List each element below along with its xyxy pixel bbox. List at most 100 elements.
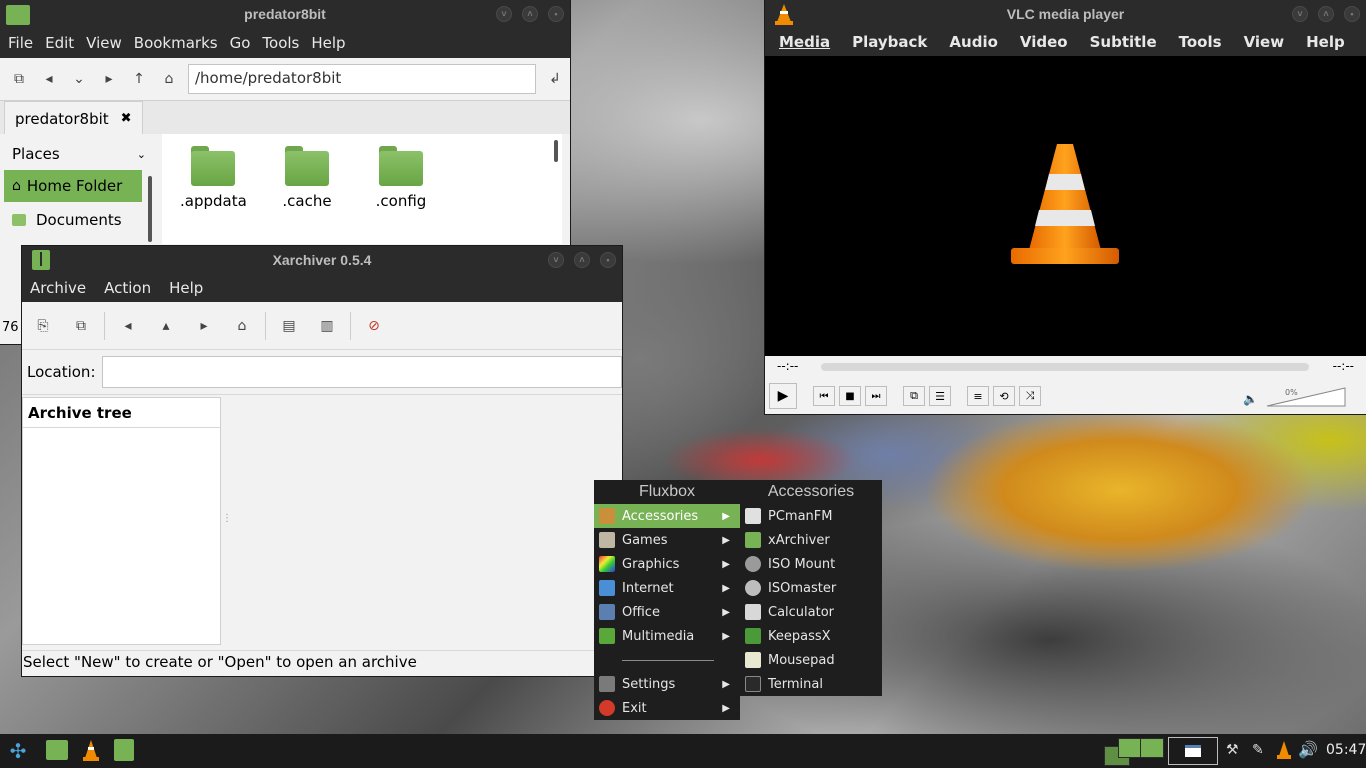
- menu-help[interactable]: Help: [1300, 33, 1351, 51]
- location-input[interactable]: [101, 356, 622, 388]
- tray-vlc-icon[interactable]: [1276, 740, 1292, 764]
- forward-icon[interactable]: ▸: [94, 64, 124, 94]
- taskbar-vlc-icon[interactable]: [80, 738, 102, 762]
- close-button[interactable]: •: [548, 6, 564, 22]
- taskbar-filemanager-icon[interactable]: [46, 740, 68, 760]
- taskbar-xarchiver-icon[interactable]: [114, 739, 134, 761]
- folder-item[interactable]: .config: [368, 146, 434, 210]
- file-manager-titlebar[interactable]: predator8bit ˅ ˄ •: [0, 0, 570, 28]
- menu-item-terminal[interactable]: Terminal: [740, 672, 882, 696]
- xarchiver-titlebar[interactable]: Xarchiver 0.5.4 ˅ ˄ •: [22, 246, 622, 274]
- menu-item-exit[interactable]: Exit ▶: [594, 696, 740, 720]
- network-icon[interactable]: ⚒: [1226, 742, 1239, 758]
- folder-item[interactable]: .appdata: [180, 146, 247, 210]
- back-icon[interactable]: ◂: [34, 64, 64, 94]
- menu-bookmarks[interactable]: Bookmarks: [128, 34, 224, 52]
- menu-item-accessories[interactable]: Accessories ▶: [594, 504, 740, 528]
- close-button[interactable]: •: [1344, 6, 1360, 22]
- next-button[interactable]: ⏭: [865, 386, 887, 406]
- play-button[interactable]: ▶: [769, 383, 797, 409]
- minimize-button[interactable]: ˅: [496, 6, 512, 22]
- seek-bar[interactable]: [821, 363, 1309, 371]
- menu-edit[interactable]: Edit: [39, 34, 80, 52]
- menu-video[interactable]: Video: [1014, 33, 1074, 51]
- tab-predator8bit[interactable]: predator8bit ✖: [4, 101, 143, 135]
- minimize-button[interactable]: ˅: [548, 252, 564, 268]
- volume-icon[interactable]: 🔊: [1298, 740, 1318, 759]
- playlist-button[interactable]: ≡: [967, 386, 989, 406]
- vlc-titlebar[interactable]: VLC media player ˅ ˄ •: [765, 0, 1366, 28]
- pane-splitter[interactable]: ⋮: [222, 513, 232, 524]
- menu-subtitle[interactable]: Subtitle: [1084, 33, 1163, 51]
- up-icon[interactable]: ▴: [151, 311, 181, 341]
- menu-item-iso-mount[interactable]: ISO Mount: [740, 552, 882, 576]
- places-header[interactable]: Places ⌄: [4, 138, 154, 170]
- menu-media[interactable]: Media: [773, 33, 836, 51]
- menu-tools[interactable]: Tools: [1173, 33, 1228, 51]
- menu-item-pcmanfm[interactable]: PCmanFM: [740, 504, 882, 528]
- menu-go[interactable]: Go: [224, 34, 257, 52]
- menu-item-keepassx[interactable]: KeepassX: [740, 624, 882, 648]
- menu-tools[interactable]: Tools: [256, 34, 305, 52]
- place-home-folder[interactable]: ⌂ Home Folder: [4, 170, 142, 202]
- menu-item-graphics[interactable]: Graphics ▶: [594, 552, 740, 576]
- loop-button[interactable]: ⟲: [993, 386, 1015, 406]
- file-view-scrollbar[interactable]: [554, 140, 558, 162]
- stop-button[interactable]: ■: [839, 386, 861, 406]
- maximize-button[interactable]: ˄: [574, 252, 590, 268]
- open-archive-icon[interactable]: ⧉: [66, 311, 96, 341]
- previous-button[interactable]: ⏮: [813, 386, 835, 406]
- menu-help[interactable]: Help: [305, 34, 351, 52]
- menu-playback[interactable]: Playback: [846, 33, 933, 51]
- menu-item-xarchiver[interactable]: xArchiver: [740, 528, 882, 552]
- start-menu-icon[interactable]: ✣: [4, 738, 32, 764]
- close-tab-icon[interactable]: ✖: [121, 111, 132, 126]
- menu-file[interactable]: File: [2, 34, 39, 52]
- go-icon[interactable]: ↲: [540, 64, 570, 94]
- up-icon[interactable]: ↑: [124, 64, 154, 94]
- new-archive-icon[interactable]: ⎘: [28, 311, 58, 341]
- menu-audio[interactable]: Audio: [943, 33, 1003, 51]
- volume-slider[interactable]: [1265, 386, 1347, 408]
- forward-icon[interactable]: ▸: [189, 311, 219, 341]
- menu-view[interactable]: View: [1238, 33, 1291, 51]
- folder-item[interactable]: .cache: [274, 146, 340, 210]
- pen-icon[interactable]: ✎: [1252, 742, 1264, 758]
- workspace-3[interactable]: [1140, 738, 1164, 758]
- video-area[interactable]: [765, 56, 1366, 356]
- menu-item-calculator[interactable]: Calculator: [740, 600, 882, 624]
- shuffle-button[interactable]: ⤨: [1019, 386, 1041, 406]
- minimize-button[interactable]: ˅: [1292, 6, 1308, 22]
- menu-item-isomaster[interactable]: ISOmaster: [740, 576, 882, 600]
- archive-tree-pane[interactable]: Archive tree: [22, 397, 221, 645]
- home-icon[interactable]: ⌂: [227, 311, 257, 341]
- home-icon[interactable]: ⌂: [154, 64, 184, 94]
- menu-item-games[interactable]: Games ▶: [594, 528, 740, 552]
- new-window-icon[interactable]: ⧉: [4, 64, 34, 94]
- menu-item-settings[interactable]: Settings ▶: [594, 672, 740, 696]
- path-bar[interactable]: /home/predator8bit: [188, 64, 536, 94]
- speaker-icon[interactable]: 🔈: [1243, 392, 1258, 406]
- fullscreen-button[interactable]: ⧉: [903, 386, 925, 406]
- workspace-pager[interactable]: [1104, 736, 1164, 766]
- stop-icon[interactable]: ⊘: [359, 311, 389, 341]
- close-button[interactable]: •: [600, 252, 616, 268]
- menu-item-internet[interactable]: Internet ▶: [594, 576, 740, 600]
- menu-archive[interactable]: Archive: [24, 279, 92, 297]
- clock[interactable]: 05:47: [1326, 742, 1366, 758]
- menu-view[interactable]: View: [80, 34, 128, 52]
- menu-action[interactable]: Action: [98, 279, 157, 297]
- extract-icon[interactable]: ▥: [312, 311, 342, 341]
- add-files-icon[interactable]: ▤: [274, 311, 304, 341]
- extended-settings-button[interactable]: ☰: [929, 386, 951, 406]
- archive-tree-header[interactable]: Archive tree: [23, 398, 220, 428]
- menu-item-office[interactable]: Office ▶: [594, 600, 740, 624]
- menu-item-mousepad[interactable]: Mousepad: [740, 648, 882, 672]
- history-dropdown-icon[interactable]: ⌄: [64, 64, 94, 94]
- maximize-button[interactable]: ˄: [522, 6, 538, 22]
- menu-item-multimedia[interactable]: Multimedia ▶: [594, 624, 740, 648]
- show-desktop-button[interactable]: [1168, 737, 1218, 765]
- places-scrollbar[interactable]: [148, 176, 152, 242]
- maximize-button[interactable]: ˄: [1318, 6, 1334, 22]
- place-documents[interactable]: Documents: [4, 202, 154, 238]
